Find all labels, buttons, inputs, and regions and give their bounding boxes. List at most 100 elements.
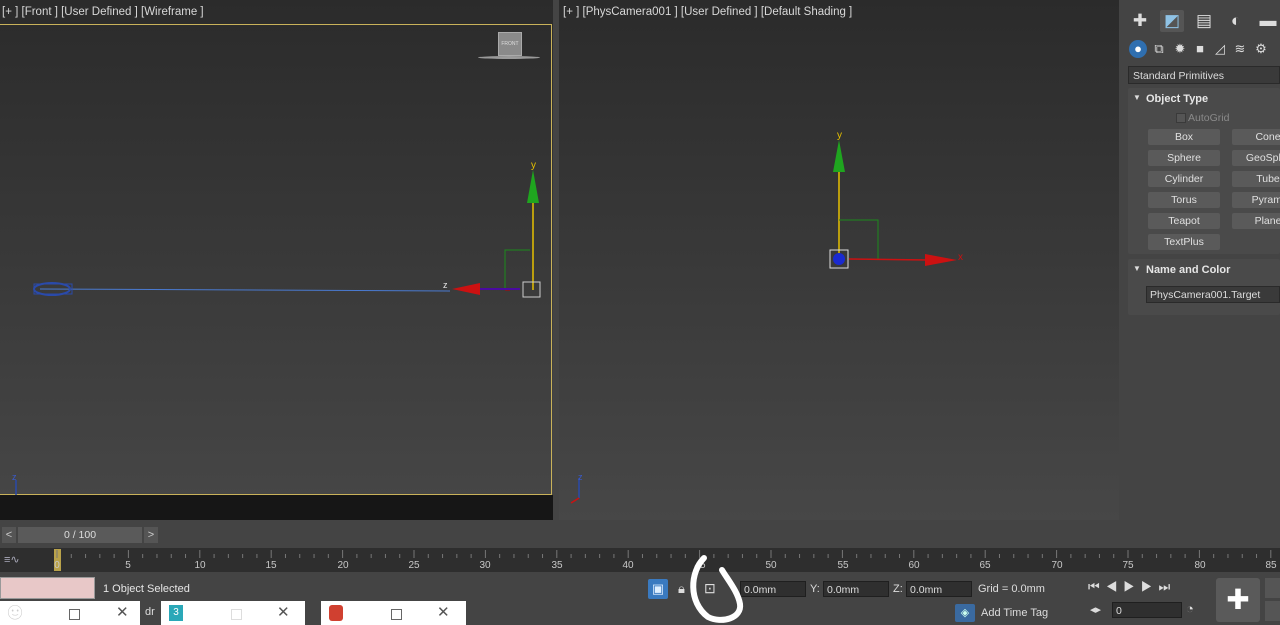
helpers-icon[interactable]: ◿ [1211,40,1229,58]
y-label: Y: [810,583,820,595]
tick-label: 10 [194,560,206,571]
tick-label: 25 [408,560,420,571]
time-tag-icon[interactable]: ◈ [955,604,975,622]
teapot-button[interactable]: Teapot [1148,213,1220,229]
selection-status: 1 Object Selected [103,583,190,595]
maximize-icon[interactable] [69,609,80,620]
curve-editor-icon[interactable]: ≡∿ [4,553,20,566]
taskbar-item[interactable]: 3 ✕ [161,601,305,625]
tick-label: 50 [765,560,777,571]
tube-button[interactable]: Tube [1232,171,1280,187]
y-axis-label: y [531,160,536,171]
camera-scene [570,140,957,504]
viewport-footer [0,495,553,520]
motion-tab-icon[interactable]: ◐ [1224,10,1248,32]
systems-icon[interactable]: ⚙ [1252,40,1270,58]
tick-label: 20 [337,560,349,571]
close-icon[interactable]: ✕ [116,603,129,621]
z-label: Z: [893,583,903,595]
display-tab-icon[interactable]: ▬ [1256,10,1280,32]
next-key-icon[interactable]: ▶ [1141,579,1159,594]
taskbar-item[interactable]: ✕ [321,601,466,625]
add-button[interactable]: ✚ [1216,578,1260,622]
lights-icon[interactable]: ✹ [1171,40,1189,58]
recorder-icon [329,605,343,621]
camera-viewport[interactable]: [+ ] [PhysCamera001 ] [User Defined ] [D… [559,0,1119,520]
front-viewport[interactable]: [+ ] [Front ] [User Defined ] [Wireframe… [0,0,553,520]
x-axis-arrow [925,254,957,266]
go-to-start-icon[interactable]: ⏮ [1088,579,1106,594]
command-panel: ✚ ◩ ▤ ◐ ▬ ● ⧉ ✹ ■ ◿ ≋ ⚙ Standard Primiti… [1124,0,1280,520]
cone-button[interactable]: Cone [1232,129,1280,145]
y-axis-label: y [837,130,842,141]
tick-label: 80 [1194,560,1206,571]
add-time-tag[interactable]: Add Time Tag [981,607,1048,619]
autogrid-checkbox[interactable] [1176,113,1186,123]
smiley-icon: 🙂︎ [6,604,24,620]
torus-button[interactable]: Torus [1148,192,1220,208]
corner-z-label: z [12,472,17,482]
object-type-title[interactable]: Object Type [1146,93,1208,105]
cameras-icon[interactable]: ■ [1191,40,1209,58]
shapes-icon[interactable]: ⧉ [1150,40,1168,58]
cylinder-button[interactable]: Cylinder [1148,171,1220,187]
x-axis-arrow [452,283,480,295]
autogrid-label: AutoGrid [1188,112,1230,124]
collapse-triangle-icon[interactable]: ▼ [1133,93,1141,102]
tick-label: 40 [622,560,634,571]
prev-frame-button[interactable]: < [2,527,16,543]
track-ticks [56,550,1272,558]
go-to-end-icon[interactable]: ⏭ [1159,579,1177,594]
extra-button[interactable] [1265,601,1280,621]
time-config-icon[interactable]: ◔ [1186,601,1194,616]
tick-label: 15 [265,560,277,571]
tick-label: 75 [1122,560,1134,571]
3dsmax-icon: 3 [169,605,183,621]
textplus-button[interactable]: TextPlus [1148,234,1220,250]
pyramid-button[interactable]: Pyrami [1232,192,1280,208]
play-icon[interactable]: ▶ [1123,579,1141,594]
box-button[interactable]: Box [1148,129,1220,145]
time-slider-row [0,520,1280,548]
target-dot [833,253,845,265]
maximize-icon[interactable] [391,609,402,620]
y-axis-arrow [833,140,845,172]
next-frame-button[interactable]: > [144,527,158,543]
current-frame-field[interactable]: 0 [1112,602,1182,618]
plane-button[interactable]: Plane [1232,213,1280,229]
category-dropdown[interactable]: Standard Primitives [1128,66,1280,84]
extra-button[interactable] [1265,578,1280,598]
y-coordinate-field[interactable]: 0.0mm [823,581,889,597]
z-axis-label: z [443,280,448,290]
target-box [522,281,541,298]
tick-label: 35 [551,560,563,571]
object-name-field[interactable]: PhysCamera001.Target [1146,286,1280,303]
spacewarps-icon[interactable]: ≋ [1231,40,1249,58]
geometry-icon[interactable]: ● [1129,40,1147,58]
time-slider[interactable]: 0 / 100 [18,527,142,543]
create-tab-icon[interactable]: ✚ [1128,10,1152,32]
collapse-triangle-icon[interactable]: ▼ [1133,264,1141,273]
z-coordinate-field[interactable]: 0.0mm [906,581,972,597]
modify-tab-icon[interactable]: ◩ [1160,10,1184,32]
grid-size: Grid = 0.0mm [978,583,1045,595]
close-icon[interactable]: ✕ [277,603,290,621]
y-axis-arrow [527,170,539,203]
camera-line [39,288,451,292]
maxscript-listener[interactable] [0,577,95,599]
geosphere-button[interactable]: GeoSphe [1232,150,1280,166]
prev-key-icon[interactable]: ◀ [1106,579,1124,594]
maximize-icon[interactable] [231,609,242,620]
hierarchy-tab-icon[interactable]: ▤ [1192,10,1216,32]
close-icon[interactable]: ✕ [437,603,450,621]
playback-controls: ⏮◀▶▶⏭ [1088,579,1176,595]
tick-label: 30 [479,560,491,571]
tick-label: 60 [908,560,920,571]
sphere-button[interactable]: Sphere [1148,150,1220,166]
taskbar-item[interactable]: 🙂︎ ✕ [0,601,140,625]
annotation-mark [690,555,744,623]
name-color-title[interactable]: Name and Color [1146,264,1230,276]
tick-label: 85 [1265,560,1277,571]
key-mode-icon[interactable]: ◂▸ [1090,603,1101,616]
isolate-selection-icon[interactable]: ▣ [648,579,668,599]
